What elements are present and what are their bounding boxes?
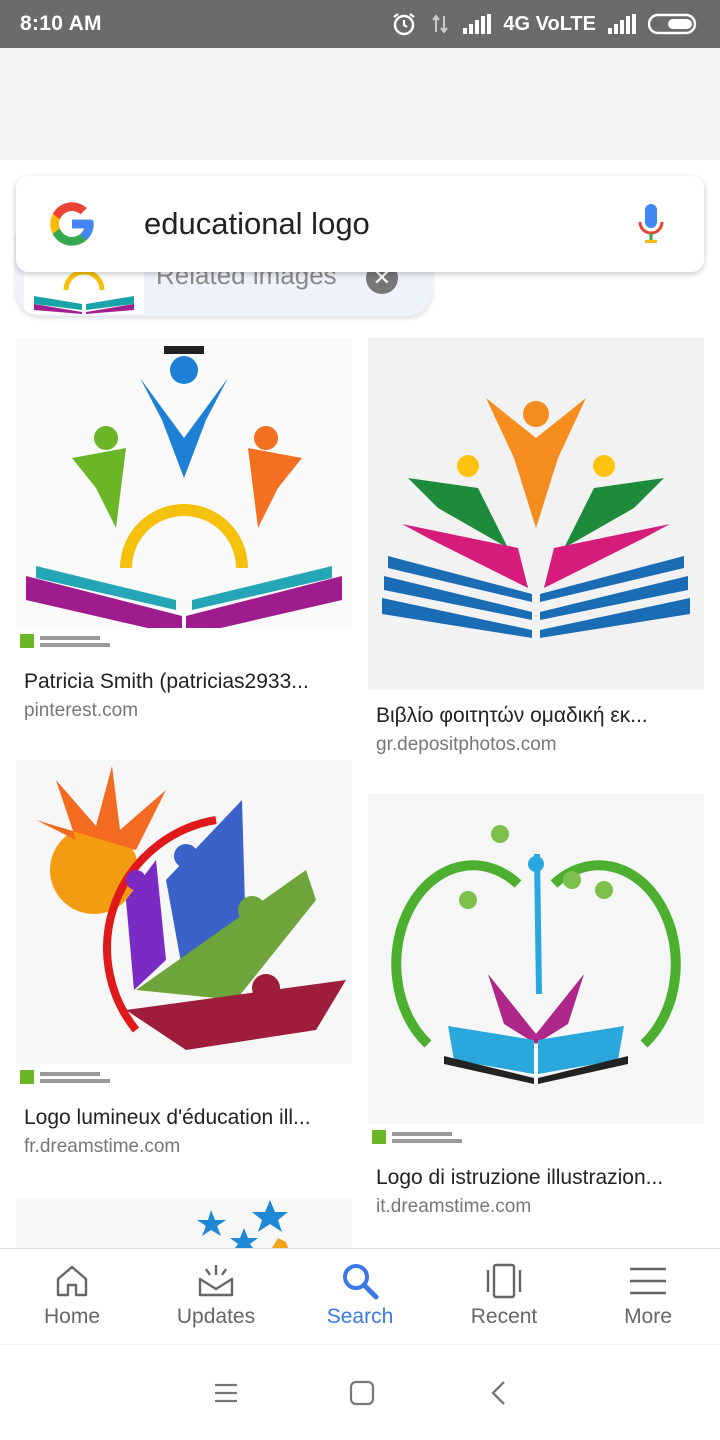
bottom-navigation: Home Updates Search Recent More xyxy=(0,1248,720,1344)
result-image[interactable] xyxy=(368,794,704,1152)
home-icon xyxy=(56,1265,88,1297)
result-card-partial[interactable] xyxy=(16,1198,352,1248)
result-title[interactable]: Logo lumineux d'éducation ill... xyxy=(24,1106,350,1130)
network-label: 4G VoLTE xyxy=(503,12,596,35)
result-title[interactable]: Βιβλίο φοιτητών ομαδική εκ... xyxy=(376,704,702,728)
result-card[interactable]: Patricia Smith (patricias2933... pintere… xyxy=(16,338,352,738)
mic-icon[interactable] xyxy=(636,202,666,246)
nav-more-label: More xyxy=(624,1305,672,1328)
signal-icon-2 xyxy=(608,14,636,34)
nav-search-label: Search xyxy=(326,1305,394,1328)
header-band xyxy=(0,48,720,160)
back-icon[interactable] xyxy=(486,1379,514,1407)
system-navigation-bar xyxy=(0,1344,720,1440)
recent-apps-icon[interactable] xyxy=(212,1379,240,1407)
result-image[interactable] xyxy=(368,338,704,690)
result-title[interactable]: Patricia Smith (patricias2933... xyxy=(24,670,350,694)
result-card[interactable]: Logo di istruzione illustrazion... it.dr… xyxy=(368,794,704,1224)
search-bar[interactable]: educational logo xyxy=(16,176,704,272)
status-time: 8:10 AM xyxy=(20,12,102,35)
nav-recent[interactable]: Recent xyxy=(432,1249,576,1344)
battery-icon xyxy=(648,13,697,35)
nav-more[interactable]: More xyxy=(576,1249,720,1344)
status-bar: 8:10 AM 4G VoLTE xyxy=(0,0,720,48)
nav-updates[interactable]: Updates xyxy=(144,1249,288,1344)
recent-icon xyxy=(486,1263,522,1299)
result-image[interactable] xyxy=(16,760,352,1092)
result-source: it.dreamstime.com xyxy=(376,1196,532,1217)
alarm-icon xyxy=(393,13,416,36)
result-source: fr.dreamstime.com xyxy=(24,1136,181,1157)
nav-home-label: Home xyxy=(43,1305,101,1328)
nav-home[interactable]: Home xyxy=(0,1249,144,1344)
result-image[interactable] xyxy=(16,1198,352,1248)
result-source: gr.depositphotos.com xyxy=(376,734,557,755)
home-button-icon[interactable] xyxy=(348,1379,376,1407)
search-icon xyxy=(343,1264,379,1300)
result-image[interactable] xyxy=(16,338,352,656)
status-icons: 4G VoLTE xyxy=(391,11,700,37)
google-logo-icon[interactable] xyxy=(46,198,98,250)
result-source: pinterest.com xyxy=(24,700,139,721)
result-title[interactable]: Logo di istruzione illustrazion... xyxy=(376,1166,702,1190)
nav-recent-label: Recent xyxy=(470,1305,538,1328)
nav-updates-label: Updates xyxy=(176,1305,256,1328)
search-query[interactable]: educational logo xyxy=(144,206,370,242)
nav-search[interactable]: Search xyxy=(288,1249,432,1344)
result-card[interactable]: Βιβλίο φοιτητών ομαδική εκ... gr.deposit… xyxy=(368,338,704,758)
updates-icon xyxy=(198,1265,234,1297)
result-card[interactable]: Logo lumineux d'éducation ill... fr.drea… xyxy=(16,760,352,1180)
signal-icon xyxy=(463,14,492,34)
data-transfer-icon xyxy=(432,14,449,34)
menu-icon xyxy=(630,1267,666,1295)
